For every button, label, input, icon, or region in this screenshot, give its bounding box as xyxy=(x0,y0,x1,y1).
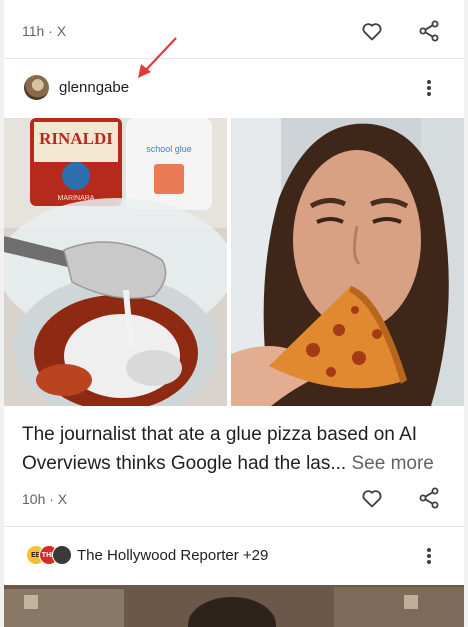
heart-icon xyxy=(362,23,382,41)
post-meta: 10h · X xyxy=(22,491,68,507)
next-story-image[interactable] xyxy=(4,585,464,627)
bottle-label: school glue xyxy=(146,144,192,154)
feed: 11h · X glenngabe RINALDI MARINARA schoo… xyxy=(4,0,464,627)
share-icon xyxy=(419,20,439,42)
like-button-top[interactable] xyxy=(358,17,386,45)
red-arrow-icon xyxy=(138,37,177,78)
share-button[interactable] xyxy=(415,484,443,512)
share-button-top[interactable] xyxy=(415,17,443,45)
source-name[interactable]: glenngabe xyxy=(59,79,129,96)
next-story-photo xyxy=(4,585,464,627)
like-button[interactable] xyxy=(358,484,386,512)
more-options-button[interactable] xyxy=(421,76,437,100)
publisher-logos[interactable]: EB THR xyxy=(26,545,72,565)
heart-icon xyxy=(362,490,382,508)
more-options-button-next[interactable] xyxy=(421,544,437,568)
post-meta-top: 11h · X xyxy=(22,23,67,39)
publisher-logo-third xyxy=(52,545,72,565)
jar-label: RINALDI xyxy=(39,129,113,148)
story-headline[interactable]: The journalist that ate a glue pizza bas… xyxy=(22,420,452,478)
pizza-photo xyxy=(231,118,464,406)
story-image-glue-sauce[interactable]: RINALDI MARINARA school glue xyxy=(4,118,227,406)
story-image-pizza[interactable] xyxy=(231,118,464,406)
glue-sauce-photo: RINALDI MARINARA school glue xyxy=(4,118,227,406)
share-icon xyxy=(419,487,439,509)
see-more-link[interactable]: See more xyxy=(352,453,434,474)
card-divider xyxy=(4,58,464,59)
card-divider xyxy=(4,526,464,527)
publisher-name[interactable]: The Hollywood Reporter +29 xyxy=(77,547,268,564)
source-avatar[interactable] xyxy=(24,75,49,100)
